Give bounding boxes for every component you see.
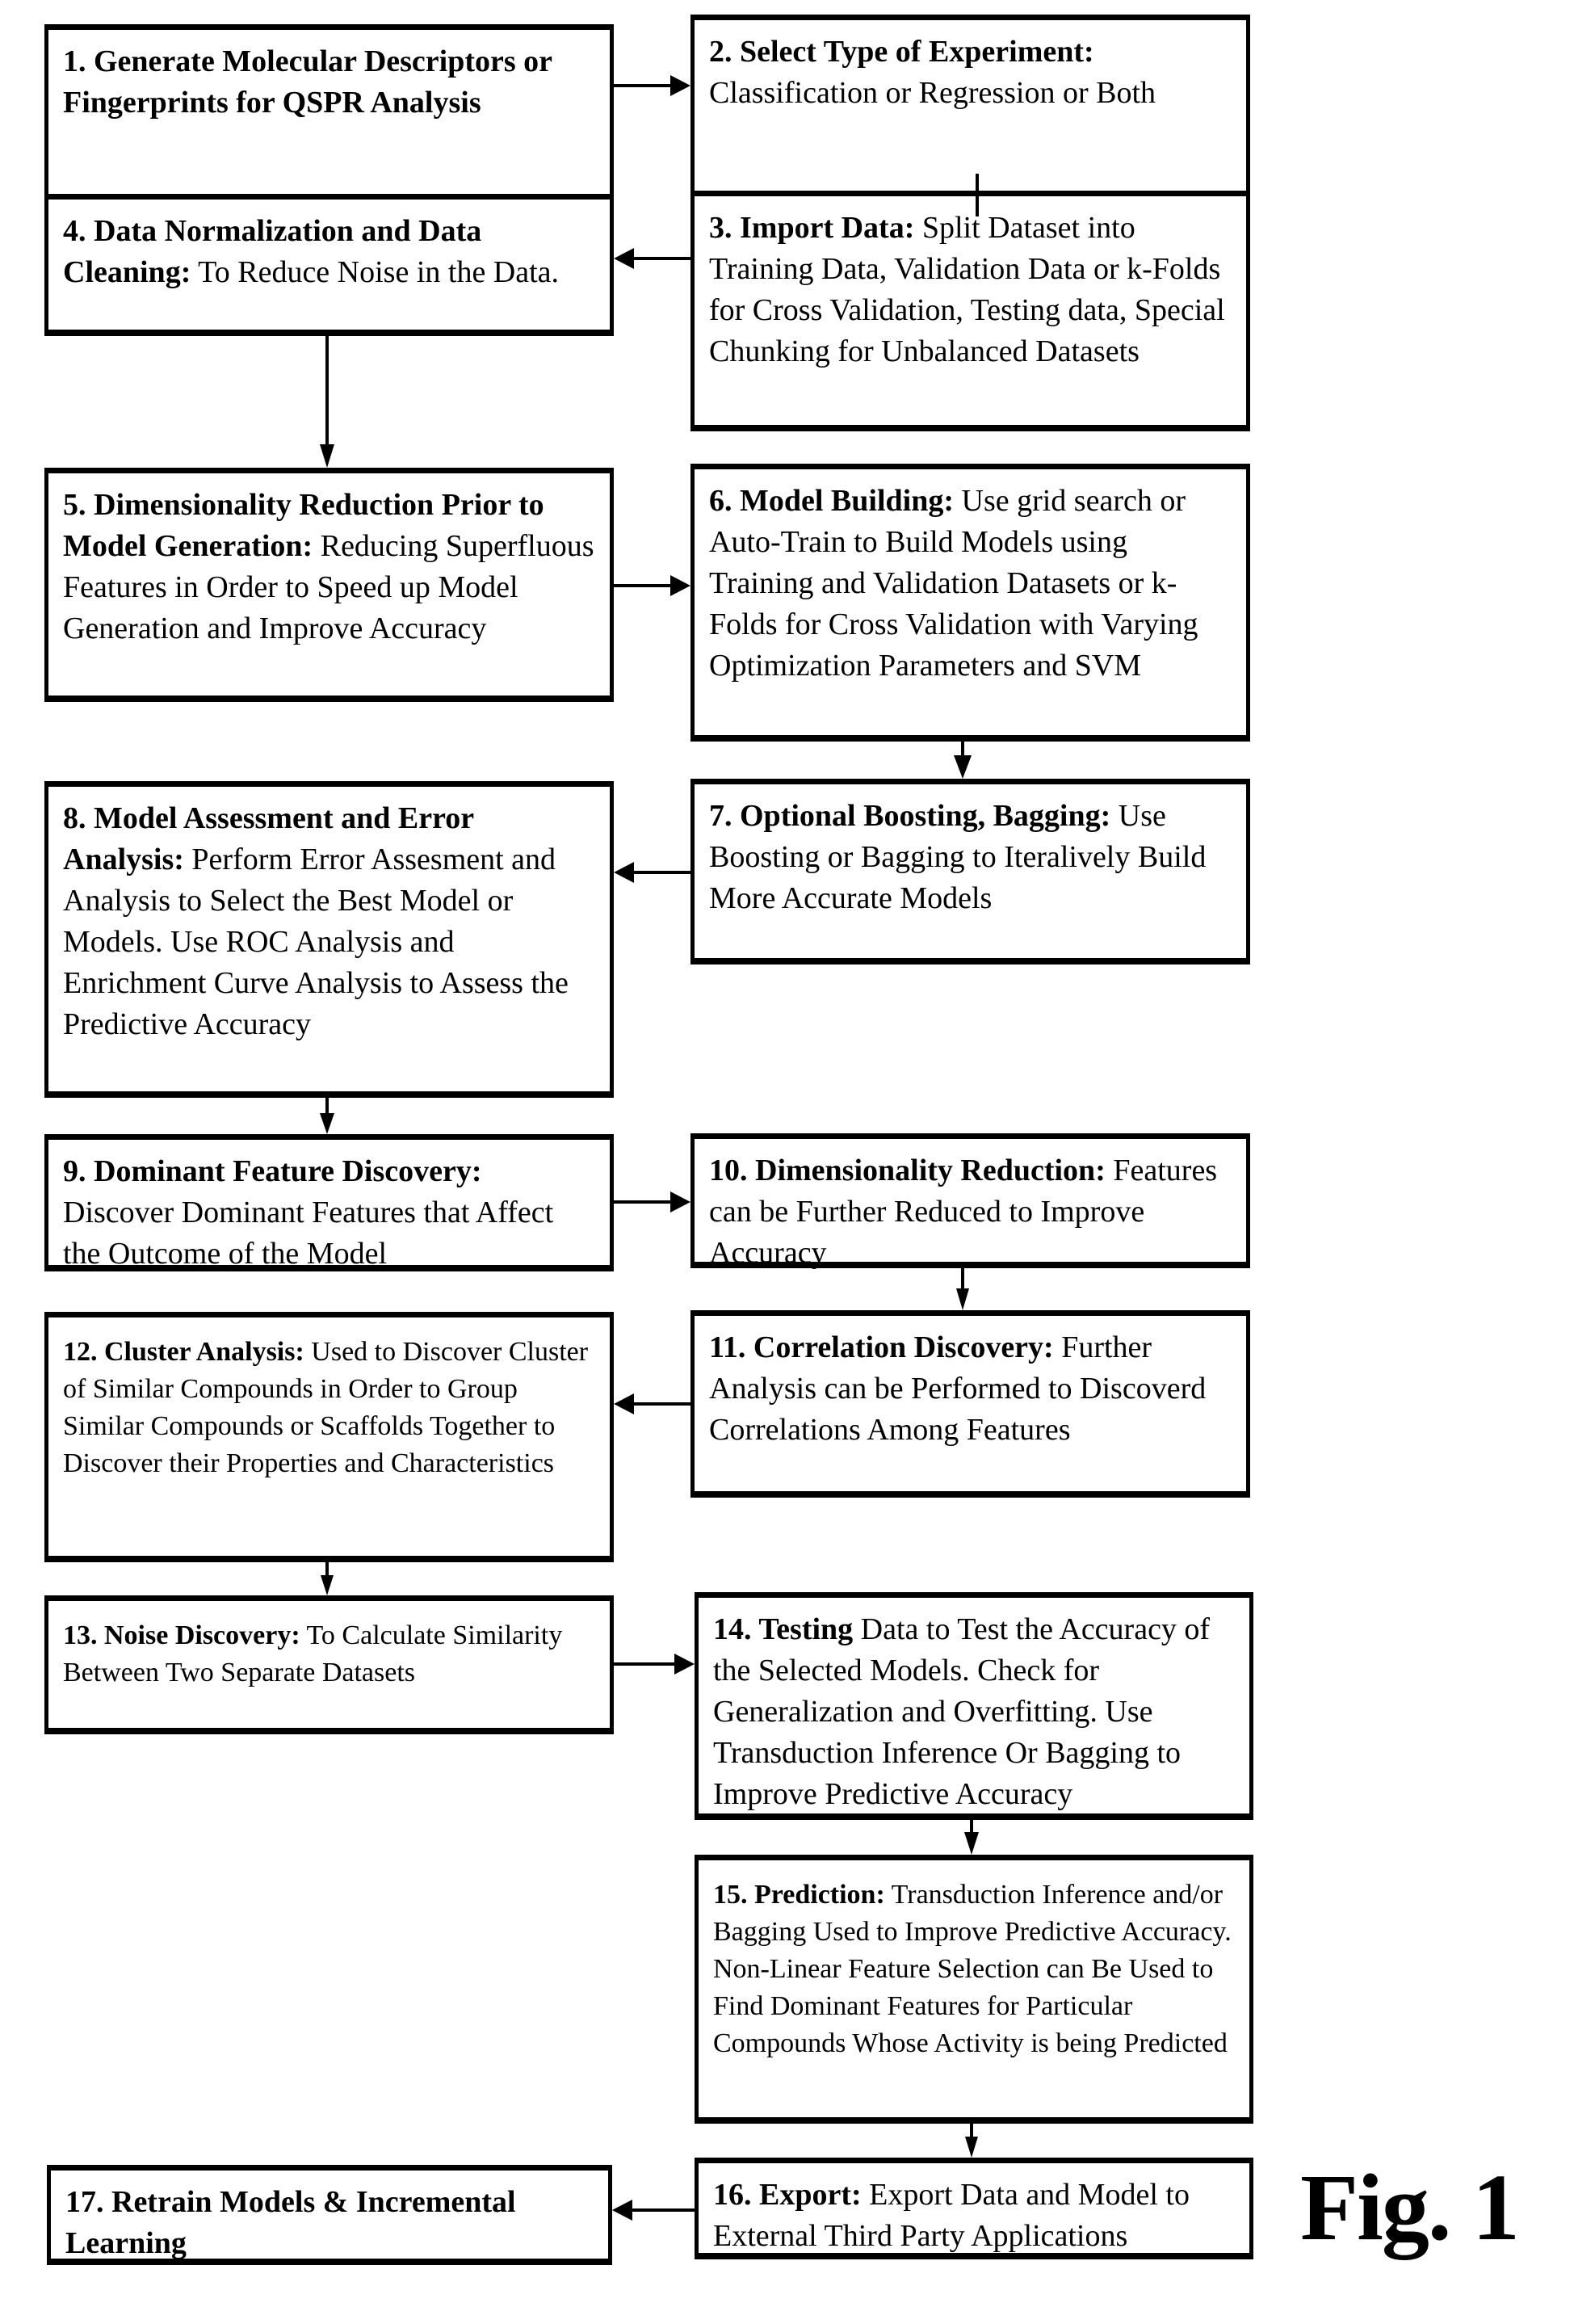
step-10-box: 10. Dimensionality Reduction: Features c… — [690, 1133, 1250, 1270]
arrow-1-to-2 — [614, 75, 690, 96]
arrow-16-to-17 — [612, 2200, 695, 2221]
arrow-10-to-11 — [956, 1268, 969, 1310]
step-17-title: 17. Retrain Models & Incremental Learnin… — [65, 2185, 516, 2260]
arrow-9-to-10 — [614, 1191, 690, 1212]
figure-label: Fig. 1 — [1300, 2154, 1520, 2260]
step-1-title: 1. Generate Molecular Descriptors or Fin… — [63, 44, 552, 120]
step-14-title: 14. Testing — [713, 1612, 854, 1646]
step-7-title: 7. Optional Boosting, Bagging: — [709, 799, 1111, 833]
arrow-14-to-15 — [964, 1820, 979, 1855]
arrow-12-to-13 — [321, 1562, 334, 1595]
step-2-body: Classification or Regression or Both — [709, 76, 1156, 110]
step-7-box: 7. Optional Boosting, Bagging: Use Boost… — [690, 779, 1250, 964]
step-2-title: 2. Select Type of Experiment: — [709, 35, 1094, 69]
step-15-box: 15. Prediction: Transduction Inference a… — [695, 1855, 1253, 2124]
step-5-box: 5. Dimensionality Reduction Prior to Mod… — [44, 468, 614, 702]
step-4-body: To Reduce Noise in the Data. — [191, 255, 560, 289]
step-8-box: 8. Model Assessment and Error Analysis: … — [44, 781, 614, 1098]
step-13-title: 13. Noise Discovery: — [63, 1620, 300, 1650]
arrow-6-to-7 — [954, 742, 972, 779]
step-9-title: 9. Dominant Feature Discovery: — [63, 1154, 482, 1188]
step-6-title: 6. Model Building: — [709, 484, 954, 518]
arrow-4-to-5 — [320, 336, 334, 468]
step-16-title: 16. Export: — [713, 2178, 862, 2212]
arrow-7-to-8 — [614, 862, 690, 883]
step-9-body: Discover Dominant Features that Affect t… — [63, 1196, 554, 1271]
step-14-box: 14. Testing Data to Test the Accuracy of… — [695, 1592, 1253, 1820]
step-2-box: 2. Select Type of Experiment: Classifica… — [690, 15, 1250, 216]
step-17-box: 17. Retrain Models & Incremental Learnin… — [47, 2165, 612, 2265]
step-12-box: 12. Cluster Analysis: Used to Discover C… — [44, 1312, 614, 1562]
step-9-box: 9. Dominant Feature Discovery: Discover … — [44, 1134, 614, 1271]
arrow-3-to-4 — [614, 248, 690, 269]
step-3-box: 3. Import Data: Split Dataset into Train… — [690, 191, 1250, 431]
step-15-title: 15. Prediction: — [713, 1880, 885, 1910]
step-12-title: 12. Cluster Analysis: — [63, 1337, 304, 1367]
arrow-11-to-12 — [614, 1393, 690, 1414]
arrow-13-to-14 — [614, 1654, 695, 1675]
step-4-box: 4. Data Normalization and Data Cleaning:… — [44, 194, 614, 336]
step-11-box: 11. Correlation Discovery: Further Analy… — [690, 1310, 1250, 1498]
step-10-title: 10. Dimensionality Reduction: — [709, 1154, 1106, 1187]
step-11-title: 11. Correlation Discovery: — [709, 1330, 1054, 1364]
step-6-box: 6. Model Building: Use grid search or Au… — [690, 464, 1250, 742]
step-16-box: 16. Export: Export Data and Model to Ext… — [695, 2158, 1253, 2259]
step-3-title: 3. Import Data: — [709, 211, 915, 245]
arrow-5-to-6 — [614, 575, 690, 596]
arrow-8-to-9 — [320, 1098, 334, 1134]
arrow-15-to-16 — [965, 2124, 978, 2158]
step-13-box: 13. Noise Discovery: To Calculate Simila… — [44, 1595, 614, 1734]
